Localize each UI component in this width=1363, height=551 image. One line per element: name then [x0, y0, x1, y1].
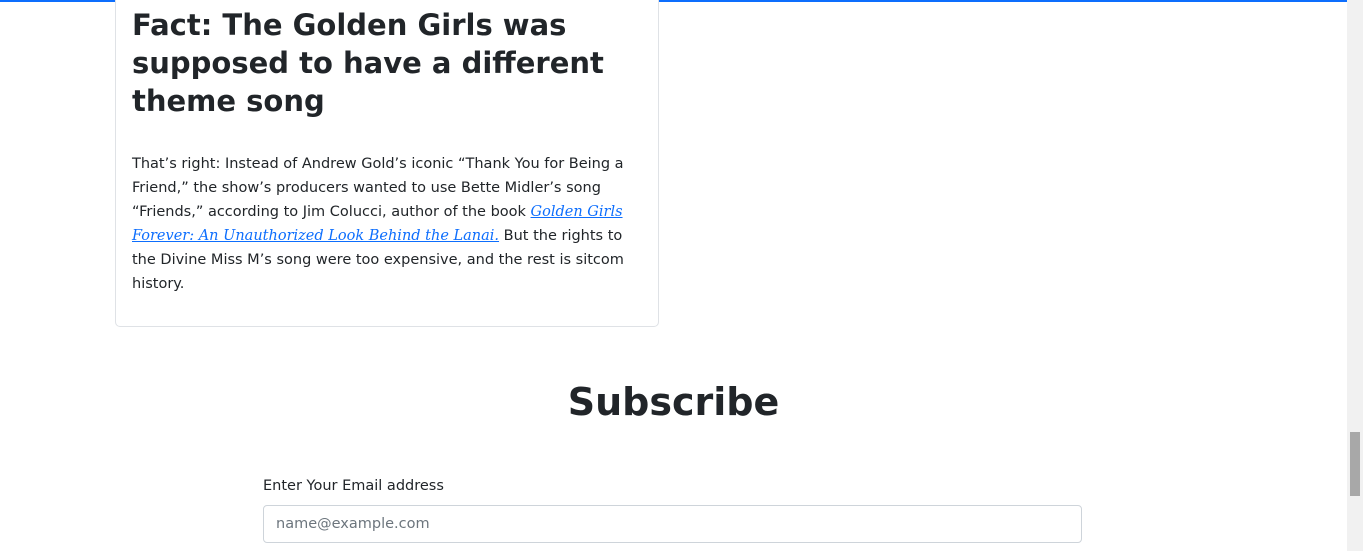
subscribe-heading: Subscribe [567, 380, 780, 424]
article-card: Fact: The Golden Girls was supposed to h… [115, 0, 659, 327]
email-label: Enter Your Email address [263, 478, 444, 494]
scrollbar-thumb[interactable] [1350, 432, 1360, 496]
article-title: Fact: The Golden Girls was supposed to h… [132, 8, 604, 118]
email-input[interactable] [263, 505, 1082, 543]
page-scrollbar[interactable] [1347, 0, 1363, 551]
article-body: That’s right: Instead of Andrew Gold’s i… [132, 152, 646, 296]
